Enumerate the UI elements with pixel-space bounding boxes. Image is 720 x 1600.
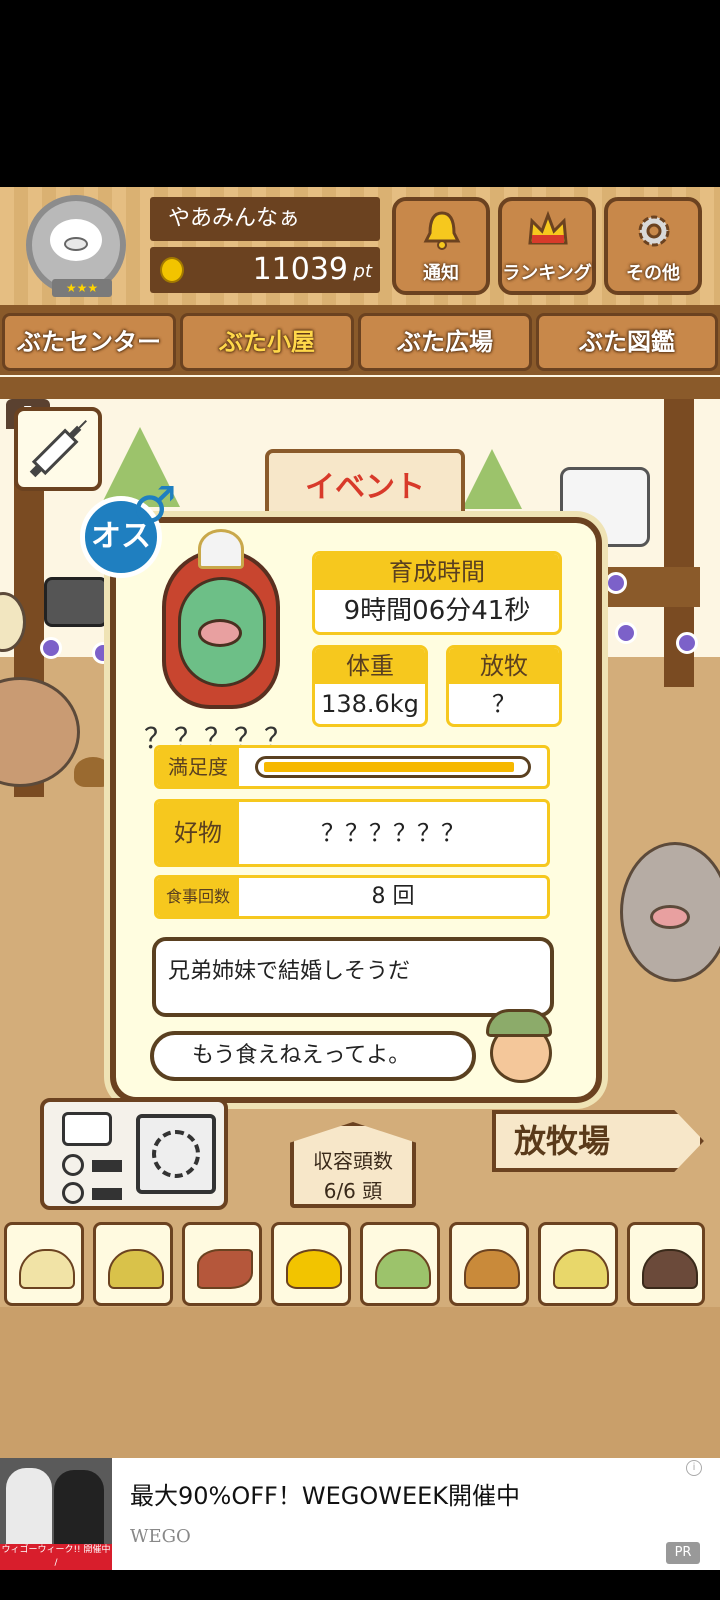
food-slot-acorn[interactable] (449, 1222, 529, 1306)
flower-decor (615, 622, 637, 644)
dial-icon (62, 1154, 84, 1176)
main-tabs: ぶたセンター ぶた小屋 ぶた広場 ぶた図鑑 (0, 309, 720, 375)
weight-label: 体重 (315, 648, 425, 684)
pig-message-text: 兄弟姉妹で結婚しそうだ (168, 959, 411, 984)
weight-value: 138.6kg (321, 690, 419, 718)
mixed-grain-icon (108, 1249, 164, 1289)
food-slot-grain-plate[interactable] (538, 1222, 618, 1306)
tab-buta-hiroba[interactable]: ぶた広場 (358, 313, 532, 371)
meals-value: 8 回 (371, 884, 415, 909)
satisfaction-row: 満足度 (154, 745, 550, 789)
tab-buta-zukan[interactable]: ぶた図鑑 (536, 313, 718, 371)
meals-label: 食事回数 (157, 878, 239, 916)
male-symbol-icon: ♂ (132, 476, 177, 534)
satisfaction-label: 満足度 (157, 748, 239, 786)
food-slot-meatball-plate[interactable] (627, 1222, 705, 1306)
poop-icon[interactable] (74, 757, 112, 787)
flower-decor (40, 637, 62, 659)
acorn-icon (464, 1249, 520, 1289)
ad-banner[interactable]: ウィゴーウィーク!! 開催中 / 最大90%OFF！WEGOWEEK開催中 WE… (0, 1458, 720, 1570)
scale-icon (62, 1112, 112, 1146)
switch-icon (92, 1160, 122, 1172)
pasture-button[interactable]: 放牧場 (492, 1110, 704, 1172)
notification-button[interactable]: 通知 (392, 197, 490, 295)
tab-buta-center[interactable]: ぶたセンター (2, 313, 176, 371)
camera-icon[interactable] (44, 577, 108, 627)
growth-time-label: 育成時間 (315, 554, 559, 590)
satisfaction-bar (255, 756, 531, 778)
other-label: その他 (626, 263, 680, 284)
farmer-speech-bubble: もう食えねえってよ。 (150, 1031, 476, 1081)
points-value: 11039 (252, 252, 348, 287)
switch-icon (92, 1188, 122, 1200)
tab-buta-koya[interactable]: ぶた小屋 (180, 313, 354, 371)
fan-icon (136, 1114, 216, 1194)
food-slot-vegetable[interactable] (360, 1222, 440, 1306)
crown-icon (528, 210, 568, 245)
player-avatar[interactable]: ★★★ (22, 195, 134, 297)
other-button[interactable]: その他 (604, 197, 702, 295)
player-name: やあみんなぁ (150, 197, 380, 241)
coin-icon (160, 257, 184, 283)
meatball-plate-icon (642, 1249, 698, 1289)
notification-label: 通知 (423, 263, 459, 284)
graze-value: ？ (492, 690, 516, 718)
bell-icon (423, 211, 461, 250)
syringe-icon (29, 420, 87, 478)
ad-title[interactable]: 最大90%OFF！WEGOWEEK開催中 (130, 1476, 520, 1511)
capacity-label: 収容頭数 (313, 1149, 393, 1173)
satisfaction-bar-fill (264, 762, 514, 772)
points-unit: pt (353, 261, 372, 282)
vegetable-icon (375, 1249, 431, 1289)
food-slot-mixed-grain[interactable] (93, 1222, 173, 1306)
meals-row: 食事回数 8 回 (154, 875, 550, 919)
tree-decor (462, 449, 522, 509)
dial-icon (62, 1182, 84, 1204)
food-slot-sweet-potato[interactable] (182, 1222, 262, 1306)
ad-info-icon[interactable]: i (686, 1460, 702, 1476)
flower-decor (605, 572, 627, 594)
grain-plate-icon (553, 1249, 609, 1289)
growth-time-field: 育成時間 9時間06分41秒 (312, 551, 562, 635)
favorite-value: ？？？？？？ (321, 819, 465, 847)
ranking-button[interactable]: ランキング (498, 197, 596, 295)
flower-decor (676, 632, 698, 654)
graze-label: 放牧 (449, 648, 559, 684)
pig-snout (198, 619, 242, 647)
ranking-label: ランキング (502, 263, 592, 284)
soybean-pile-icon (19, 1249, 75, 1289)
weight-field: 体重 138.6kg (312, 645, 428, 727)
growth-time-value: 9時間06分41秒 (343, 596, 531, 626)
pig-snout (650, 905, 690, 929)
farmer-speech-text: もう食えねえってよ。 (192, 1043, 411, 1068)
rank-stars: ★★★ (52, 279, 112, 297)
ground-lower (0, 1307, 720, 1467)
pig-crown (198, 529, 244, 569)
farmer-avatar (484, 1005, 556, 1083)
favorite-label: 好物 (157, 802, 239, 864)
gear-icon (638, 215, 670, 247)
corn-icon (286, 1249, 342, 1289)
graze-field: 放牧 ？ (446, 645, 562, 727)
favorite-row: 好物 ？？？？？？ (154, 799, 550, 867)
farmer-hat (486, 1009, 552, 1037)
avatar-snout (64, 237, 88, 251)
header-bar: ★★★ やあみんなぁ 11039 pt 通知 ランキング その他 (0, 187, 720, 309)
gate-beam (0, 377, 720, 399)
food-slot-soybean[interactable] (4, 1222, 84, 1306)
ad-brand: WEGO (130, 1526, 191, 1547)
shelter-control-panel[interactable] (40, 1098, 228, 1210)
capacity-value: 6/6 頭 (323, 1179, 383, 1203)
ad-image[interactable]: ウィゴーウィーク!! 開催中 / (0, 1458, 112, 1570)
ad-pr-badge: PR (666, 1542, 700, 1564)
food-slot-corn[interactable] (271, 1222, 351, 1306)
gender-badge: オス ♂ (80, 476, 178, 580)
injection-button[interactable] (14, 407, 102, 491)
ad-image-text: ウィゴーウィーク!! 開催中 / (0, 1544, 112, 1570)
sweet-potato-icon (197, 1249, 253, 1289)
points-display: 11039 pt (150, 247, 380, 293)
